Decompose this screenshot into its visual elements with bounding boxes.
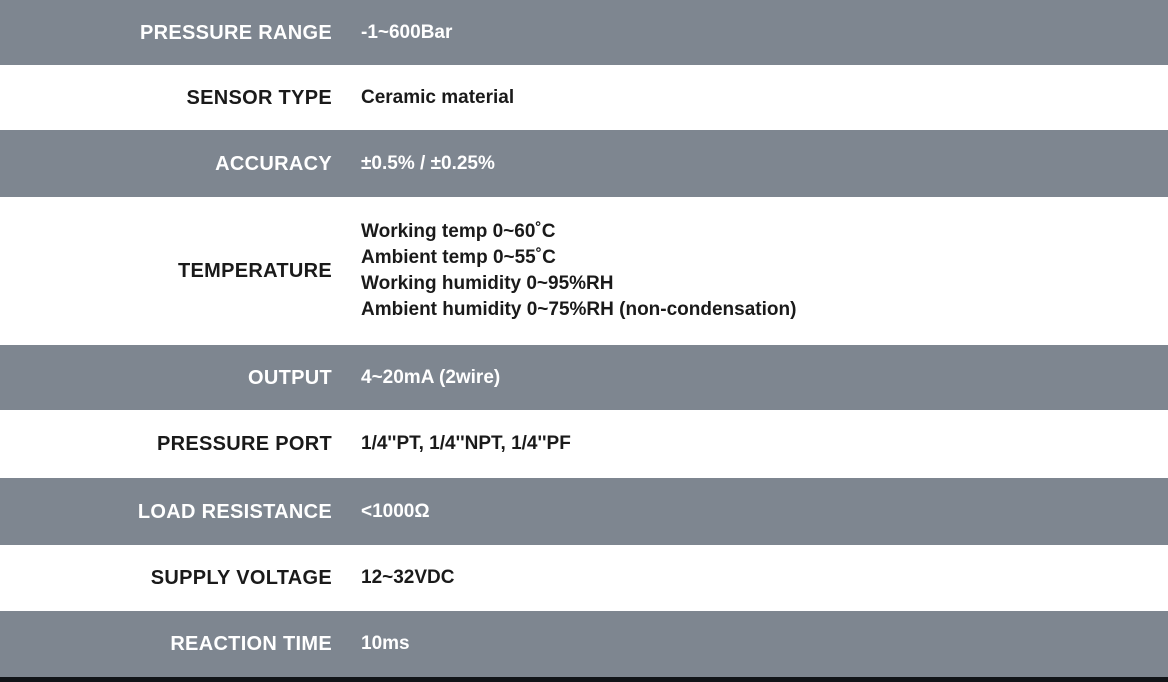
spec-row-value: ±0.5% / ±0.25% xyxy=(361,152,495,174)
spec-row: PRESSURE RANGE -1~600Bar xyxy=(0,0,1168,65)
spec-row: SUPPLY VOLTAGE 12~32VDC xyxy=(0,545,1168,611)
spec-row: OUTPUT 4~20mA (2wire) xyxy=(0,345,1168,410)
bottom-edge-strip xyxy=(0,677,1168,682)
spec-row: REACTION TIME 10ms xyxy=(0,611,1168,677)
spec-row-value: Ceramic material xyxy=(361,86,515,108)
spec-row: ACCURACY ±0.5% / ±0.25% xyxy=(0,130,1168,197)
specification-table: PRESSURE RANGE -1~600Bar SENSOR TYPE Cerami… xyxy=(0,0,1168,682)
spec-row: LOAD RESISTANCE <1000Ω xyxy=(0,478,1168,545)
spec-row: SENSOR TYPE Ceramic material xyxy=(0,65,1168,130)
spec-row: PRESSURE PORT 1/4''PT, 1/4''NPT, 1/4''PF xyxy=(0,410,1168,478)
spec-row-label: ACCURACY xyxy=(215,152,332,175)
spec-row-label: SENSOR TYPE xyxy=(186,86,332,109)
spec-row-label: REACTION TIME xyxy=(170,633,332,655)
spec-row-label: PRESSURE PORT xyxy=(156,433,332,455)
spec-row-label: LOAD RESISTANCE xyxy=(137,500,332,523)
spec-row-label: PRESSURE RANGE xyxy=(139,21,332,44)
spec-row-value: 12~32VDC xyxy=(361,567,455,588)
spec-row-label: SUPPLY VOLTAGE xyxy=(150,567,332,589)
spec-row-value: Working temp 0~60˚C Ambient temp 0~55˚C … xyxy=(361,221,797,320)
spec-row-value: 1/4''PT, 1/4''NPT, 1/4''PF xyxy=(361,433,571,454)
spec-row-value: 4~20mA (2wire) xyxy=(361,366,501,388)
spec-row: TEMPERATURE Working temp 0~60˚C Ambient t… xyxy=(0,197,1168,345)
spec-row-label: OUTPUT xyxy=(247,366,332,389)
spec-row-value: 10ms xyxy=(361,633,410,654)
spec-row-value: <1000Ω xyxy=(361,500,430,522)
spec-row-label: TEMPERATURE xyxy=(177,260,332,282)
spec-row-value: -1~600Bar xyxy=(361,21,453,43)
